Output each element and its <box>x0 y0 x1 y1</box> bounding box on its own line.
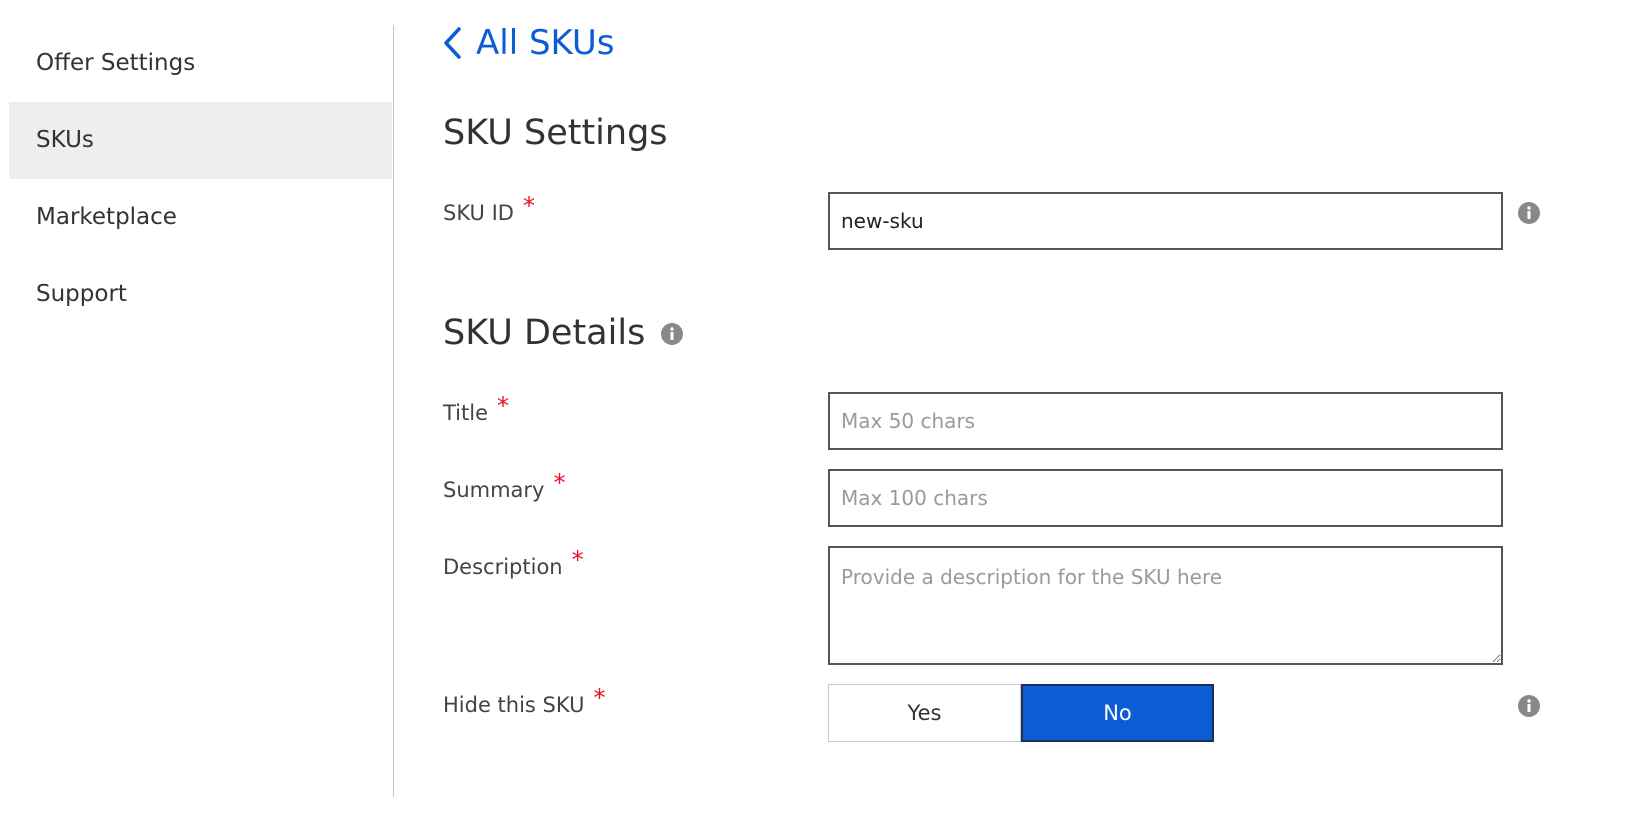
sku-id-info-icon[interactable] <box>1518 202 1540 228</box>
description-textarea[interactable] <box>828 546 1503 665</box>
title-label-text: Title <box>443 401 489 425</box>
required-marker: * <box>522 192 535 220</box>
hide-sku-yes-option[interactable]: Yes <box>828 684 1021 742</box>
hide-sku-toggle: Yes No <box>828 684 1214 742</box>
summary-label: Summary * <box>443 469 565 505</box>
chevron-left-icon <box>444 27 461 59</box>
hide-sku-label-text: Hide this SKU <box>443 693 585 717</box>
sidebar-divider <box>393 25 394 797</box>
sidebar-item-offer-settings[interactable]: Offer Settings <box>9 25 392 102</box>
sku-id-input[interactable] <box>828 192 1503 250</box>
summary-label-text: Summary <box>443 478 545 502</box>
sku-details-heading: SKU Details <box>443 309 684 357</box>
title-label: Title * <box>443 392 509 428</box>
summary-input[interactable] <box>828 469 1503 527</box>
sidebar-item-skus[interactable]: SKUs <box>9 102 392 179</box>
sku-details-title: SKU Details <box>443 313 646 353</box>
required-marker: * <box>571 546 584 574</box>
hide-sku-info-icon[interactable] <box>1518 695 1540 721</box>
required-marker: * <box>593 684 606 712</box>
sku-editor-page: Offer Settings SKUs Marketplace Support … <box>0 0 1627 827</box>
sku-id-label-text: SKU ID <box>443 201 514 225</box>
sku-details-info-icon[interactable] <box>661 311 684 357</box>
hide-sku-no-option[interactable]: No <box>1021 684 1214 742</box>
hide-sku-label: Hide this SKU * <box>443 684 605 720</box>
description-label-text: Description <box>443 555 563 579</box>
sidebar-item-support[interactable]: Support <box>9 256 392 333</box>
sku-settings-heading: SKU Settings <box>443 110 668 156</box>
required-marker: * <box>553 469 566 497</box>
sidebar-item-marketplace[interactable]: Marketplace <box>9 179 392 256</box>
back-link-label: All SKUs <box>476 23 615 63</box>
sidebar: Offer Settings SKUs Marketplace Support <box>9 25 392 805</box>
sku-settings-title: SKU Settings <box>443 113 668 153</box>
all-skus-back-link[interactable]: All SKUs <box>442 18 615 68</box>
description-label: Description * <box>443 546 584 582</box>
required-marker: * <box>497 392 510 420</box>
title-input[interactable] <box>828 392 1503 450</box>
sku-id-label: SKU ID * <box>443 192 535 228</box>
